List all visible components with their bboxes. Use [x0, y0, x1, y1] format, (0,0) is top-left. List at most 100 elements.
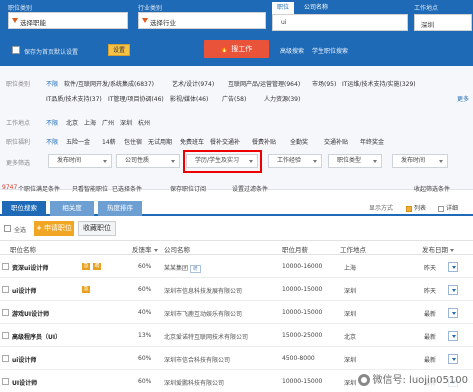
company-link[interactable]: 深圳市飞鹿互动娱乐有限公司 [164, 309, 242, 318]
city-select[interactable]: 深圳 [414, 14, 472, 31]
industry-select[interactable]: 选择行业 [138, 12, 266, 29]
dropdown-label: 发布时间 [401, 157, 426, 164]
subscribe-link[interactable]: 保存职位订阅 [170, 184, 206, 193]
collapse-filters-link[interactable]: 收起筛选条件 [414, 184, 450, 193]
urgent-tag-icon: 急 [82, 263, 90, 270]
tab-search[interactable]: 职位搜索 [2, 201, 46, 216]
filter-item[interactable]: 包住宿 [124, 137, 142, 146]
filter-item[interactable]: 广告(58) [222, 94, 246, 103]
filter-settings-link[interactable]: 设置过滤条件 [232, 184, 268, 193]
row-checkbox[interactable] [2, 355, 9, 362]
tab-hot[interactable]: 热度排序 [98, 201, 142, 216]
filter-item[interactable]: 不限 [46, 79, 58, 88]
expand-row-icon[interactable] [448, 262, 458, 272]
tab-job[interactable]: 职位 [272, 2, 294, 14]
job-title-link[interactable]: 高级程序员（UI） [12, 332, 61, 341]
filter-item[interactable]: 14薪 [102, 137, 116, 146]
filter-item[interactable]: 软件/互联网开发/系统集成(6837) [64, 79, 154, 88]
more-link[interactable]: 更多 [457, 94, 469, 103]
filter-item[interactable]: 交通补贴 [324, 137, 348, 146]
dropdown-label: 工作经验 [277, 157, 302, 164]
tab-company[interactable]: 公司名称 [300, 2, 332, 14]
job-title-link[interactable]: UI设计师 [12, 378, 37, 387]
table-row[interactable]: ui设计师 60% 深圳市信合科技有限公司 4500-8000 深圳 最新 [0, 348, 473, 370]
expand-row-icon[interactable] [448, 354, 458, 364]
filter-item[interactable]: 不限 [46, 137, 58, 146]
job-title-link[interactable]: 资深ui设计师 [12, 263, 48, 272]
table-row[interactable]: 高级程序员（UI） 13% 北京爱诺特互联网技术有限公司 15000-25000 北京 最… [0, 325, 473, 347]
filter-item[interactable]: IT管理/项目协调(46) [108, 94, 164, 103]
table-row[interactable]: 游戏UI设计师 40% 深圳市飞鹿互动娱乐有限公司 10000-15000 深圳 最新 [0, 302, 473, 324]
filter-item[interactable]: 年终奖金 [360, 137, 384, 146]
filter-item[interactable]: 互联网产品/运营管理(964) [228, 79, 300, 88]
filter-item[interactable]: IT运维/技术支持/实施(329) [342, 79, 416, 88]
selected-conditions[interactable]: 已选择条件 [112, 184, 142, 193]
dropdown-filter[interactable]: 发布时间 [48, 154, 112, 168]
dropdown-filter[interactable]: 工作经验 [268, 154, 322, 168]
filter-item[interactable]: 市场(95) [312, 79, 336, 88]
dropdown-filter[interactable]: 职位类型 [328, 154, 382, 168]
row-checkbox[interactable] [2, 286, 9, 293]
view-list-option[interactable]: 列表 [406, 203, 426, 212]
company-link[interactable]: 深圳市信合科技有限公司 [164, 355, 230, 364]
set-button[interactable]: 设置 [108, 44, 130, 56]
filter-item[interactable]: 餐补交通补 [210, 137, 240, 146]
filter-item[interactable]: 北京 [66, 118, 78, 127]
job-title-link[interactable]: ui设计师 [12, 286, 36, 295]
row-checkbox[interactable] [2, 378, 9, 385]
expand-row-icon[interactable] [448, 331, 458, 341]
result-count-text: 个职位满足条件 [18, 186, 61, 193]
dropdown-filter[interactable]: 发布时间 [392, 154, 448, 168]
table-row[interactable]: 资深ui设计师急聘 60% 某某集团聘 10000-16000 上海 昨天 [0, 256, 473, 278]
search-job-button[interactable]: 🔥 搜工作 [204, 40, 269, 58]
company-link[interactable]: 深圳爱鹏科技有限公司 [164, 378, 224, 387]
smart-jobs-link[interactable]: 只看智能职位 [72, 184, 108, 193]
dropdown-filter[interactable]: 公司性质 [116, 154, 180, 168]
advanced-search-link[interactable]: 高级搜索 [280, 46, 304, 55]
save-default-checkbox[interactable] [12, 46, 20, 54]
table-row[interactable]: ui设计师 急 60% 深圳市信息科技发展有限公司 10000-15000 深圳 昨天 [0, 279, 473, 301]
job-category-value: 选择职能 [20, 19, 46, 27]
company-link[interactable]: 北京爱诺特互联网技术有限公司 [164, 332, 248, 341]
filter-item[interactable]: 不限 [46, 118, 58, 127]
company-link[interactable]: 某某集团聘 [164, 263, 201, 273]
save-job-button[interactable]: 收藏职位 [78, 221, 116, 236]
work-place: 深圳 [344, 311, 357, 318]
job-category-label: 职位类别 [8, 5, 33, 12]
filter-item[interactable]: 无试用期 [148, 137, 172, 146]
filter-item[interactable]: 广州 [102, 118, 114, 127]
company-link[interactable]: 深圳市信息科技发展有限公司 [164, 286, 242, 295]
job-title-link[interactable]: ui设计师 [12, 355, 36, 364]
filter-item[interactable]: 全勤奖 [290, 137, 308, 146]
student-search-link[interactable]: 学生职位搜索 [312, 46, 348, 55]
sort-icon [450, 248, 454, 252]
job-title-link[interactable]: 游戏UI设计师 [12, 309, 49, 318]
filter-item[interactable]: 免费班车 [180, 137, 204, 146]
apply-button[interactable]: + 申请职位 [34, 221, 74, 236]
work-place: 深圳 [344, 380, 357, 387]
salary: 10000-15000 [282, 286, 323, 293]
filter-item[interactable]: 艺术/设计(974) [172, 79, 214, 88]
filter-item[interactable]: 餐费补贴 [252, 137, 276, 146]
filter-item[interactable]: 影视/媒体(46) [170, 94, 208, 103]
filter-item[interactable]: 人力资源(39) [264, 94, 300, 103]
expand-row-icon[interactable] [448, 285, 458, 295]
expand-row-icon[interactable] [448, 308, 458, 318]
filter-item[interactable]: IT品质/技术支持(37) [46, 94, 102, 103]
row-checkbox[interactable] [2, 263, 9, 270]
keyword-input[interactable]: ui [272, 14, 408, 31]
col-date[interactable]: 发布日期 [422, 244, 454, 254]
filter-item[interactable]: 杭州 [138, 118, 150, 127]
filter-item[interactable]: 深圳 [120, 118, 132, 127]
row-checkbox[interactable] [2, 332, 9, 339]
col-rate[interactable]: 反馈率 [132, 244, 158, 254]
filter-item[interactable]: 五险一金 [66, 137, 90, 146]
job-category-select[interactable]: 选择职能 [8, 12, 128, 29]
tab-relevance[interactable]: 相关度 [50, 201, 94, 216]
view-detail-option[interactable]: 详细 [438, 203, 458, 212]
city-value: 深圳 [421, 21, 434, 29]
select-all-checkbox[interactable] [4, 225, 11, 232]
filter-item[interactable]: 上海 [84, 118, 96, 127]
table-header: 职位名称 反馈率 公司名称 职位月薪 工作地点 发布日期 [0, 240, 473, 255]
row-checkbox[interactable] [2, 309, 9, 316]
